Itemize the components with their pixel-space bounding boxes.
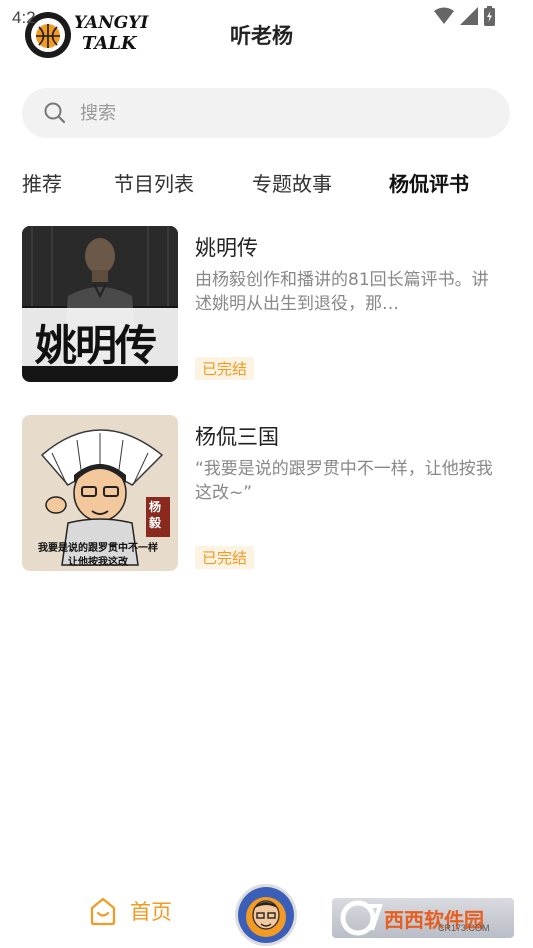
cover-stamp: 杨毅 bbox=[149, 500, 162, 530]
status-badge: 已完结 bbox=[195, 546, 255, 569]
status-badge: 已完结 bbox=[195, 357, 255, 380]
program-title: 姚明传 bbox=[195, 236, 258, 260]
page-title: 听老杨 bbox=[230, 24, 293, 48]
logo-text-line1: YANGYI bbox=[74, 13, 149, 33]
battery-icon bbox=[484, 6, 495, 26]
search-input[interactable] bbox=[80, 102, 460, 124]
program-description: 由杨毅创作和播讲的81回长篇评书。讲述姚明从出生到退役，那… bbox=[195, 270, 489, 314]
logo-text-line2: TALK bbox=[82, 33, 137, 54]
watermark-subtext: CR173.COM bbox=[438, 923, 490, 933]
wifi-icon bbox=[434, 7, 454, 24]
tab-recommend[interactable]: 推荐 bbox=[22, 168, 62, 197]
app-logo: YANGYI TALK bbox=[22, 9, 152, 61]
nav-home-label: 首页 bbox=[130, 900, 172, 924]
program-description: “我要是说的跟罗贯中不一样，让他按我这改~” bbox=[195, 459, 493, 503]
tab-program-list[interactable]: 节目列表 bbox=[114, 168, 194, 197]
search-icon bbox=[44, 102, 66, 124]
search-bar[interactable] bbox=[22, 88, 510, 138]
cover-title-text: 姚明传 bbox=[35, 321, 157, 370]
cover-caption-1: 我要是说的跟罗贯中不一样 bbox=[38, 543, 158, 554]
signal-icon bbox=[460, 7, 478, 25]
category-tabs: 推荐 节目列表 专题故事 杨侃评书 bbox=[0, 168, 533, 204]
tab-topic-stories[interactable]: 专题故事 bbox=[252, 168, 332, 197]
cover-caption-2: 让他按我这改 bbox=[68, 557, 128, 568]
status-time: 4:2 bbox=[12, 8, 36, 27]
status-icons bbox=[434, 6, 495, 26]
tab-yangkan-storytelling[interactable]: 杨侃评书 bbox=[389, 168, 469, 197]
program-item-sanguo[interactable]: 杨毅 我要是说的跟罗贯中不一样 让他按我这改 杨侃三国 “我要是说的跟罗贯中不一… bbox=[22, 415, 512, 572]
watermark-logo: 西西软件园 CR173.COM bbox=[332, 898, 514, 938]
home-icon bbox=[90, 897, 116, 926]
program-cover[interactable]: 姚明传 bbox=[22, 226, 178, 382]
program-cover[interactable]: 杨毅 我要是说的跟罗贯中不一样 让他按我这改 bbox=[22, 415, 178, 571]
program-item-yaoming[interactable]: 姚明传 姚明传 由杨毅创作和播讲的81回长篇评书。讲述姚明从出生到退役，那… 已… bbox=[22, 226, 512, 383]
nav-player-avatar[interactable] bbox=[235, 884, 297, 946]
nav-home[interactable]: 首页 bbox=[88, 896, 172, 926]
program-title: 杨侃三国 bbox=[195, 425, 279, 449]
bottom-nav: 首页 西西软件园 CR173.COM bbox=[0, 878, 533, 948]
